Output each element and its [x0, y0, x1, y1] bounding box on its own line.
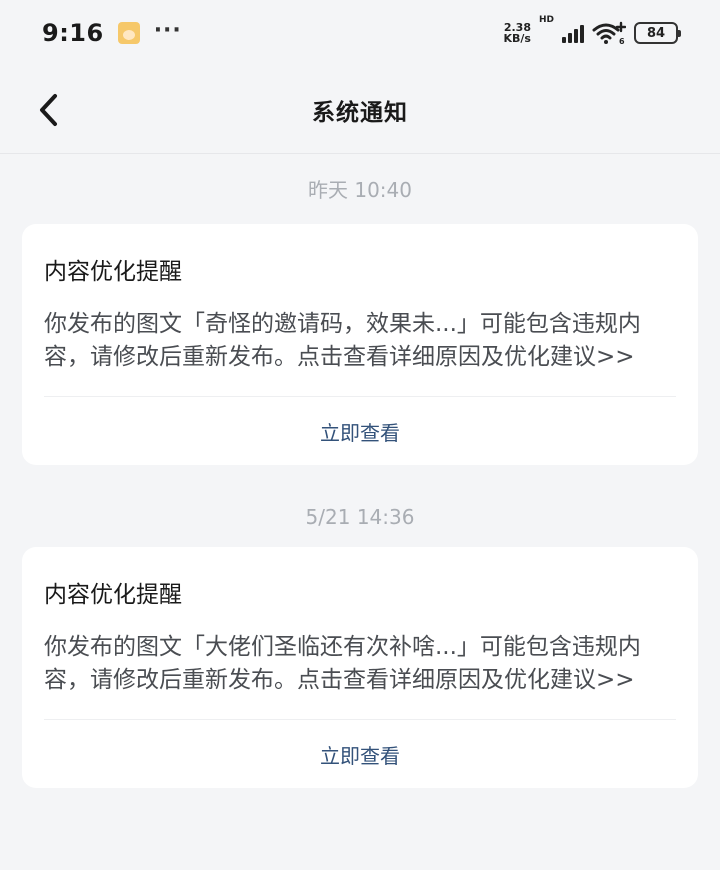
page-title: 系统通知: [312, 99, 408, 126]
notification-timestamp: 5/21 14:36: [305, 505, 415, 529]
view-now-button[interactable]: 立即查看: [44, 397, 676, 465]
notification-timestamp: 昨天 10:40: [308, 178, 412, 202]
notification-body[interactable]: 你发布的图文「大佬们圣临还有次补啥...」可能包含违规内容，请修改后重新发布。点…: [44, 631, 676, 697]
chevron-left-icon: [40, 93, 57, 126]
notification-feed[interactable]: 昨天 10:40 内容优化提醒 你发布的图文「奇怪的邀请码，效果未...」可能包…: [0, 154, 720, 788]
notification-title: 内容优化提醒: [44, 259, 182, 285]
notification-card[interactable]: 内容优化提醒 你发布的图文「奇怪的邀请码，效果未...」可能包含违规内容，请修改…: [22, 224, 698, 465]
cellular-signal-icon: [562, 23, 584, 43]
battery-icon: 84: [634, 22, 681, 44]
wifi-icon: 6: [592, 21, 626, 45]
network-speed: 2.38 KB/s: [504, 22, 531, 44]
notification-card[interactable]: 内容优化提醒 你发布的图文「大佬们圣临还有次补啥...」可能包含违规内容，请修改…: [22, 547, 698, 788]
status-bar-left: 9:16 ···: [42, 17, 182, 48]
back-button[interactable]: [28, 90, 68, 130]
status-bar: 9:16 ··· 2.38 KB/s HD 6 84: [0, 0, 720, 66]
battery-level: 84: [646, 25, 666, 41]
network-speed-unit: KB/s: [503, 32, 531, 45]
more-notifications-icon: ···: [153, 17, 182, 43]
hd-indicator: HD: [538, 15, 554, 25]
app-header: 系统通知: [0, 66, 720, 154]
notification-avatar-icon: [117, 22, 140, 44]
status-bar-right: 2.38 KB/s HD 6 84: [504, 15, 681, 45]
svg-text:6: 6: [619, 37, 625, 45]
view-now-button[interactable]: 立即查看: [44, 720, 676, 788]
notification-title: 内容优化提醒: [44, 582, 182, 608]
status-time: 9:16: [42, 19, 104, 47]
notification-body[interactable]: 你发布的图文「奇怪的邀请码，效果未...」可能包含违规内容，请修改后重新发布。点…: [44, 308, 676, 374]
